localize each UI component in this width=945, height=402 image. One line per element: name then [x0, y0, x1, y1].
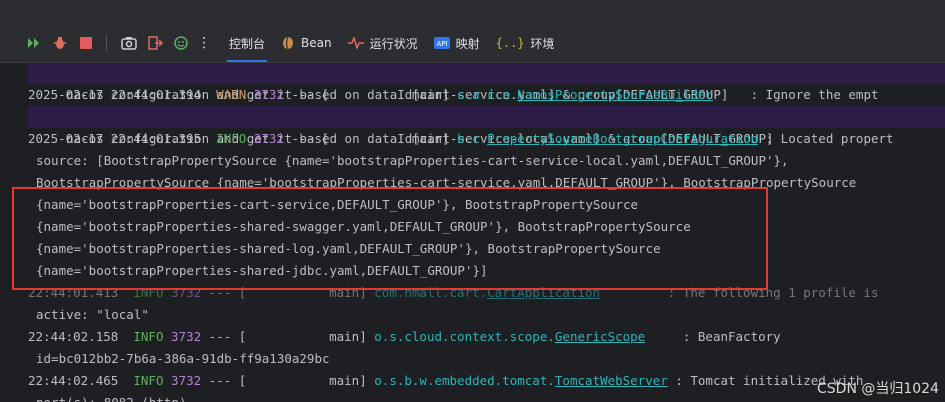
logger-link[interactable]: PropertySourceBootstrapConfiguration	[487, 131, 758, 146]
tab-mappings-label: 映射	[455, 36, 480, 51]
log-thread: main]	[329, 329, 367, 344]
tab-health-label: 运行状况	[369, 36, 418, 51]
exit-icon[interactable]	[143, 31, 167, 55]
log-message: : Located propert	[765, 131, 894, 146]
screenshot-icon[interactable]	[117, 31, 141, 55]
log-line: 2025-02-17 22:44:01.395 INFO 3732 --- [ …	[28, 128, 894, 150]
rerun-icon[interactable]	[22, 31, 46, 55]
log-line: 22:44:02.465 INFO 3732 --- [ main] o.s.b…	[28, 370, 863, 392]
log-separator: --- [	[208, 373, 247, 388]
logger-link[interactable]: NacosPropertySourceBuilder	[517, 87, 713, 102]
log-pid: 3732	[171, 329, 202, 344]
logger-prefix: b.c.	[457, 131, 488, 146]
log-separator: --- [	[208, 329, 247, 344]
health-icon	[347, 37, 364, 49]
tab-bean[interactable]: Bean	[273, 24, 340, 62]
log-message: : BeanFactory	[682, 329, 781, 344]
more-icon[interactable]: ⋮	[197, 35, 211, 51]
log-timestamp: 2025-02-17 22:44:01.395	[28, 131, 202, 146]
log-level: INFO	[216, 131, 247, 146]
log-line: 22:44:02.158 INFO 3732 --- [ main] o.s.c…	[28, 326, 781, 348]
environment-icon: {..}	[495, 36, 525, 50]
log-timestamp: 2025-02-17 22:44:01.394	[28, 87, 202, 102]
log-pid: 3732	[253, 87, 284, 102]
log-level: WARN	[216, 87, 247, 102]
log-separator: --- [	[291, 131, 330, 146]
run-toolbar: ⋮ 控制台 Bean 运行状况 API 映射 {..} 环境	[0, 24, 945, 63]
toolbar-separator	[106, 34, 107, 52]
log-level: INFO	[133, 373, 164, 388]
tab-health[interactable]: 运行状况	[340, 24, 426, 62]
log-timestamp: 22:44:02.158	[28, 329, 119, 344]
tab-environment-label: 环境	[530, 36, 555, 51]
debug-icon[interactable]	[48, 31, 72, 55]
svg-text:API: API	[436, 40, 447, 48]
log-pid: 3732	[253, 131, 284, 146]
tab-console[interactable]: 控制台	[221, 24, 273, 62]
csdn-watermark: CSDN @当归1024	[817, 381, 939, 397]
tab-console-label: 控制台	[229, 36, 266, 51]
log-line: nacos configuration and get it based on …	[28, 63, 945, 102]
log-line: nacos configuration and get it based on …	[28, 106, 945, 146]
bean-icon	[281, 36, 295, 50]
log-thread: main]	[329, 373, 367, 388]
log-thread: main]	[411, 87, 450, 102]
log-text: active: "local"	[36, 307, 149, 322]
log-level: INFO	[133, 329, 164, 344]
log-text: port(s): 8082 (http)	[36, 392, 187, 402]
logger-prefix: o.s.b.w.embedded.tomcat.	[374, 373, 555, 388]
log-text: source: [BootstrapPropertySource {name='…	[36, 153, 789, 168]
logger-prefix: o.s.cloud.context.scope.	[374, 329, 555, 344]
log-timestamp: 22:44:02.465	[28, 373, 119, 388]
window-top-strip	[0, 0, 945, 24]
log-thread: main]	[411, 131, 450, 146]
mappings-icon: API	[433, 37, 450, 49]
logger-link[interactable]: TomcatWebServer	[555, 373, 668, 388]
log-message: : Ignore the empt	[750, 87, 879, 102]
coverage-icon[interactable]	[169, 31, 193, 55]
red-annotation-box	[12, 187, 768, 290]
log-pid: 3732	[171, 373, 202, 388]
tab-bean-label: Bean	[301, 36, 332, 50]
log-separator: --- [	[291, 87, 330, 102]
log-text: id=bc012bb2-7b6a-386a-91db-ff9a130a29bc	[36, 351, 330, 366]
tab-environment[interactable]: {..} 环境	[488, 24, 563, 62]
log-line: 2025-02-17 22:44:01.394 WARN 3732 --- [ …	[28, 84, 879, 106]
stop-icon[interactable]	[74, 31, 98, 55]
logger-prefix: c.a.c.n.	[457, 87, 518, 102]
logger-link[interactable]: GenericScope	[555, 329, 645, 344]
tab-mappings[interactable]: API 映射	[426, 24, 488, 62]
